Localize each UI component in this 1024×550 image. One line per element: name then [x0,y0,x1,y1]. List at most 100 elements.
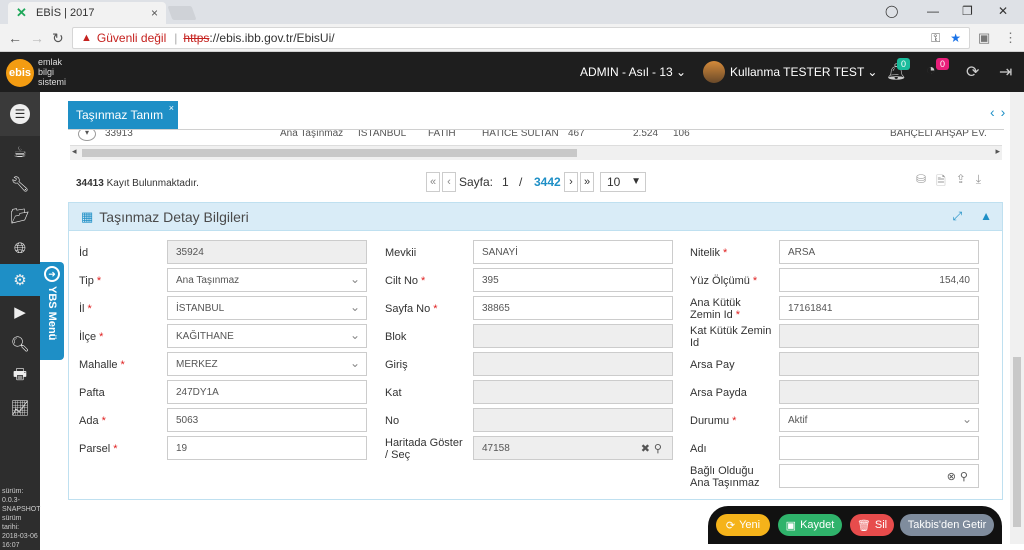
logout-icon[interactable]: ⇥ [999,62,1012,82]
input-field[interactable] [473,352,673,376]
chevron-left-icon[interactable]: ‹ [990,104,1001,120]
scroll-right-icon[interactable]: ▸ [995,146,1000,157]
sidebar-item-play[interactable]: ▶ [0,296,40,328]
restore-icon[interactable]: ❐ [962,4,973,18]
input-field[interactable]: 247DY1A [167,380,367,404]
select-field[interactable]: İSTANBUL ⌄ [167,296,367,320]
file-icon[interactable]: 🗎 [936,172,946,193]
sidebar-item-coffee[interactable]: ☕︎ [0,136,40,168]
sidebar-item-print[interactable]: 🖶 [0,360,40,392]
required-marker: * [735,309,741,321]
input-field[interactable] [779,352,979,376]
vertical-scrollbar[interactable] [1010,92,1024,544]
last-page-button[interactable]: » [580,172,594,192]
alarm-icon[interactable]: ◔ [926,62,936,80]
user-menu[interactable]: Kullanma TESTER TEST ⌄ [730,65,877,79]
close-window-icon[interactable]: ✕ [998,4,1008,18]
sidebar-item-globe[interactable]: 🌐︎ [0,232,40,264]
new-button[interactable]: ⟳ Yeni [716,514,770,536]
chevron-down-icon: ⌄ [349,328,360,342]
input-field[interactable] [473,324,673,348]
upload-icon[interactable]: ⇪ [956,172,966,193]
close-tab-icon[interactable]: × [151,6,158,20]
sidebar-menu-toggle[interactable]: ☰ [0,92,40,136]
field-label-text: Bağlı Olduğu Ana Taşınmaz [690,465,760,489]
sidebar-item-chart[interactable]: 📈︎ [0,392,40,424]
new-tab-button[interactable] [167,6,197,20]
first-page-button[interactable]: « [426,172,440,192]
url-input[interactable]: ▲ Güvenli değil | https ://ebis.ibb.gov.… [72,27,970,49]
page-size-select[interactable]: 10 ▼ [600,172,646,192]
ybs-menu-toggle[interactable]: ➜ YBS Menü [40,262,64,360]
input-field[interactable] [473,380,673,404]
close-icon[interactable]: × [169,103,174,113]
input-field[interactable] [779,436,979,460]
save-button[interactable]: ▣ Kaydet [778,514,842,536]
input-field[interactable]: 5063 [167,408,367,432]
field-value: 154,40 [939,274,970,286]
forward-icon[interactable]: → [30,30,44,46]
select-field[interactable]: KAĞITHANE ⌄ [167,324,367,348]
select-field[interactable]: Aktif ⌄ [779,408,979,432]
tab-tasinmaz-tanim[interactable]: Taşınmaz Tanım × [68,101,178,129]
field-label-text: Cilt No [385,275,419,287]
account-icon[interactable]: ◯ [885,4,898,18]
security-status[interactable]: Güvenli değil [97,31,166,45]
collapse-icon[interactable]: ▲ [980,209,992,224]
delete-button[interactable]: 🗑︎ Sil [850,514,894,536]
table-cell: 33913 [105,130,133,139]
scroll-left-icon[interactable]: ◂ [72,146,77,157]
input-field[interactable] [473,408,673,432]
input-field[interactable] [779,324,979,348]
sidebar-item-folder[interactable]: 📂︎ [0,200,40,232]
extension-icon[interactable]: ▣ [978,30,990,46]
input-field[interactable]: 17161841 [779,296,979,320]
browser-tab[interactable]: ✕ EBİS | 2017 × [8,2,166,24]
field-value: 5063 [176,414,199,426]
current-page-input[interactable]: 1 [502,175,509,189]
back-icon[interactable]: ← [8,30,22,46]
field-label: Kat [385,387,467,399]
input-field[interactable] [779,380,979,404]
minimize-icon[interactable]: — [927,4,939,18]
next-page-button[interactable]: › [564,172,578,192]
input-field[interactable]: ⊗⚲ [779,464,979,488]
refresh-icon[interactable]: ⟳ [966,62,979,82]
sidebar-item-search[interactable]: 🔍︎ [0,328,40,360]
database-icon[interactable]: ⛁ [916,172,926,193]
scrollbar-thumb[interactable] [1013,357,1021,527]
expand-row-icon[interactable]: ▾ [78,130,96,141]
select-field[interactable]: Ana Taşınmaz ⌄ [167,268,367,292]
input-field[interactable]: SANAYİ [473,240,673,264]
chevron-down-icon: ⌄ [676,65,687,79]
map-pin-icon[interactable]: ✖⚲ [641,442,666,455]
table-row[interactable]: ▾ 33913 Ana Taşınmaz İSTANBUL FATİH HATİ… [70,130,1002,146]
sidebar-item-tools[interactable]: 🔧︎ [0,168,40,200]
search-icon[interactable]: ⊗⚲ [947,470,972,483]
avatar[interactable] [703,61,725,83]
panel-header: ▦ Taşınmaz Detay Bilgileri ⤢ ▲ [69,203,1002,231]
field-value: ARSA [788,246,816,258]
takbis-return-button[interactable]: Takbis'den Getir [900,514,994,536]
download-icon[interactable]: ⤓ [976,172,981,193]
input-field[interactable]: 395 [473,268,673,292]
scrollbar-thumb[interactable] [82,149,577,157]
horizontal-scrollbar[interactable]: ◂ ▸ [70,146,1002,160]
browser-menu-icon[interactable]: ⋮ [1004,30,1017,46]
key-icon[interactable]: ⚿ [931,31,940,46]
prev-page-button[interactable]: ‹ [442,172,456,192]
input-field[interactable]: 154,40 [779,268,979,292]
input-field[interactable]: 19 [167,436,367,460]
ebis-logo[interactable]: ebis [6,59,34,87]
expand-icon[interactable]: ⤢ [953,209,963,224]
bookmark-star-icon[interactable]: ★ [950,31,961,46]
sidebar-item-settings[interactable]: ⚙ [0,264,40,296]
input-field[interactable]: 47158 ✖⚲ [473,436,673,460]
input-field[interactable]: ARSA [779,240,979,264]
reload-icon[interactable]: ↻ [52,30,64,47]
role-selector[interactable]: ADMIN - Asıl - 13 ⌄ [580,65,686,79]
select-field[interactable]: MERKEZ ⌄ [167,352,367,376]
field-label: Tip * [79,275,161,287]
input-field[interactable]: 38865 [473,296,673,320]
input-field[interactable]: 35924 [167,240,367,264]
